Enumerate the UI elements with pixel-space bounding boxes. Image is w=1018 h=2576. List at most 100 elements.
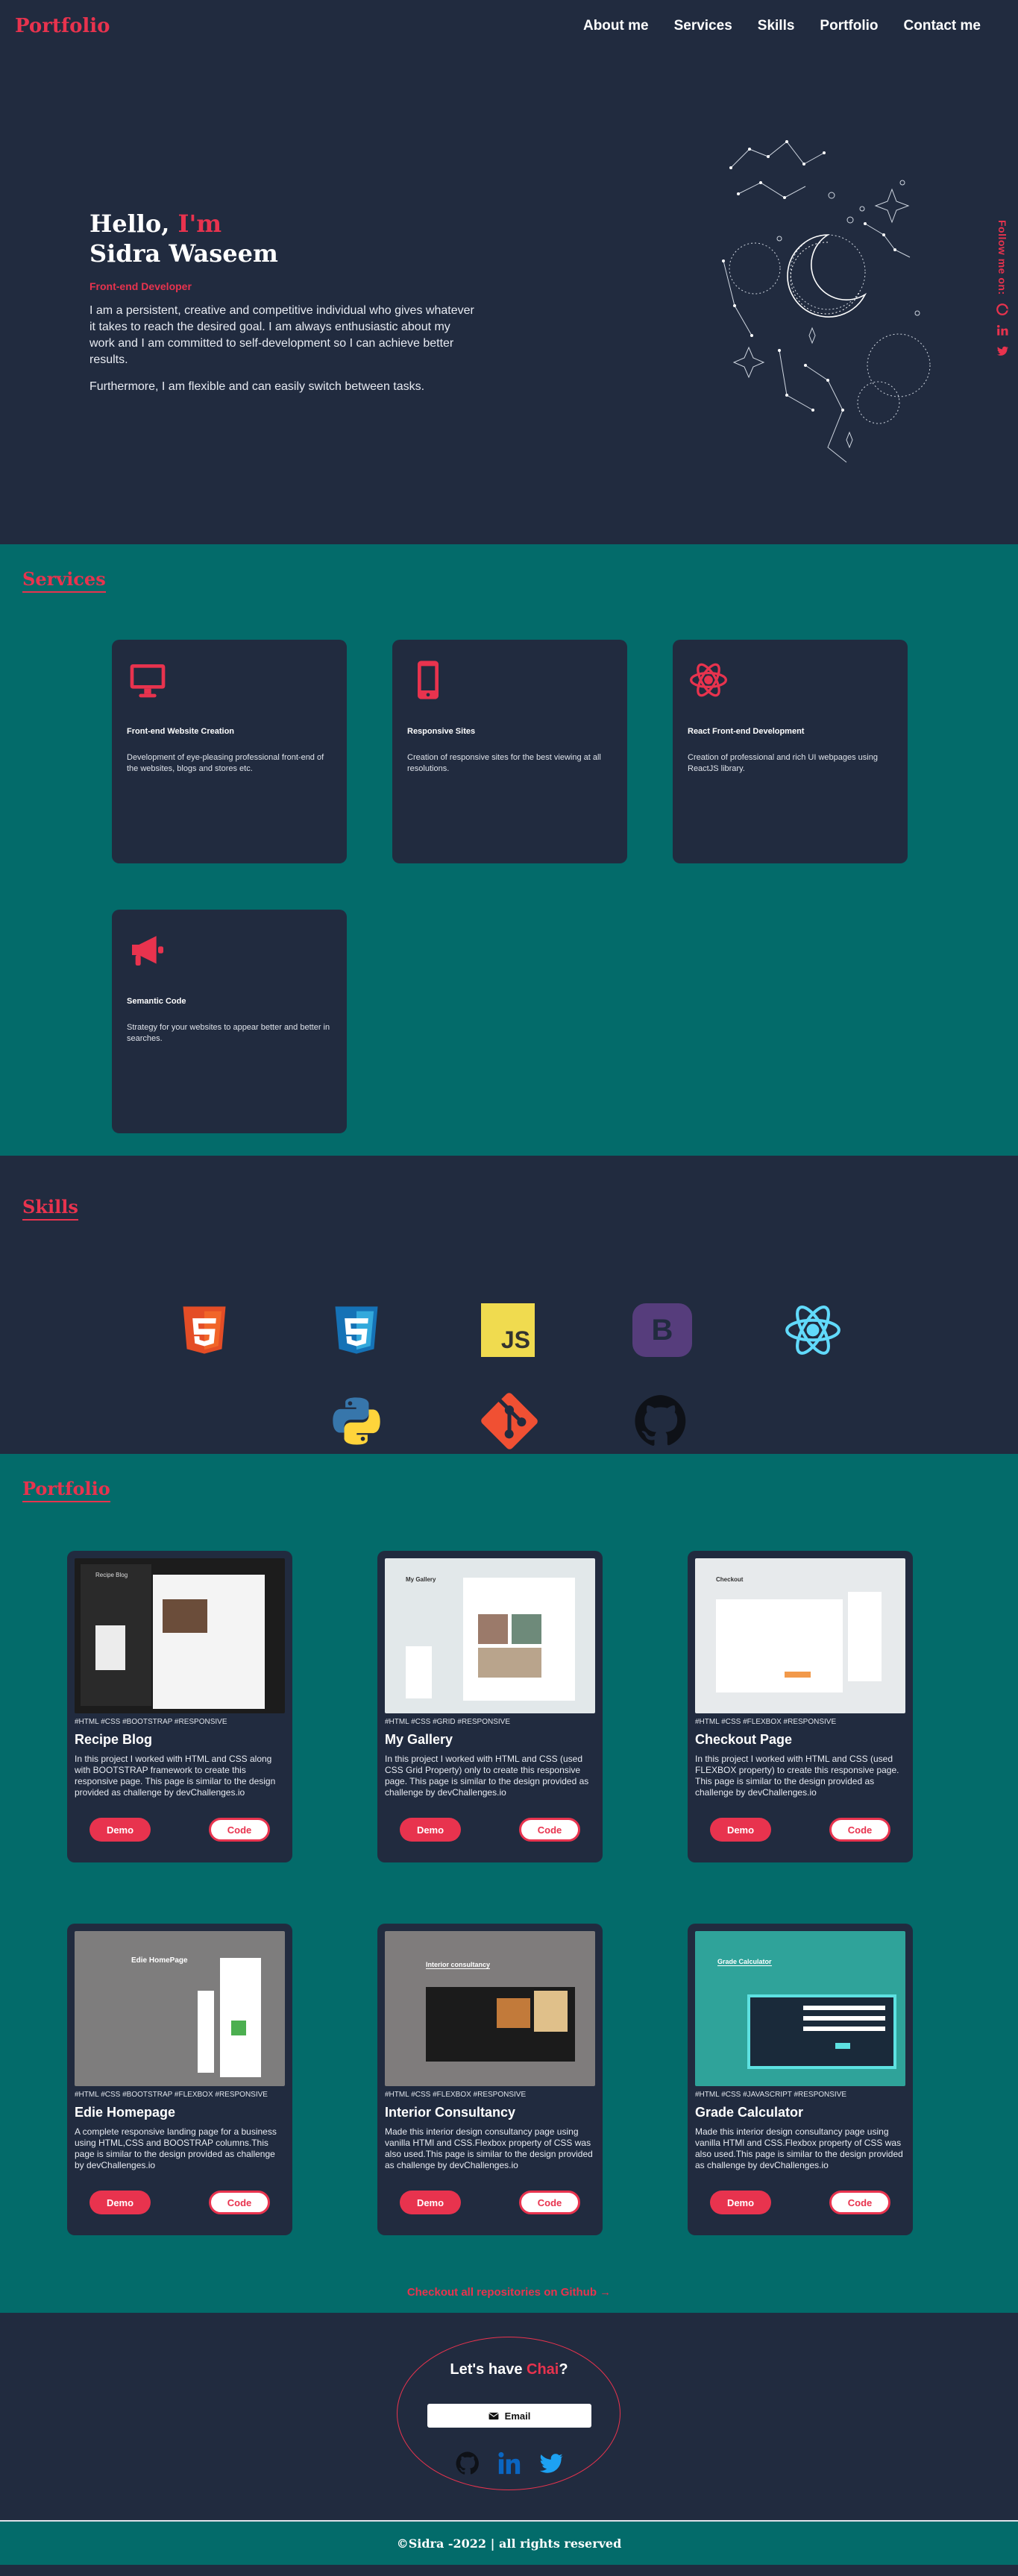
demo-button[interactable]: Demo [710,1818,771,1842]
linkedin-icon[interactable] [497,2451,522,2476]
follow-label: Follow me on: [996,220,1008,295]
thumb-button [785,1672,811,1678]
nav-about-me[interactable]: About me [583,18,649,34]
project-buttons: Demo Code [695,2191,905,2214]
thumb-image [497,1998,530,2028]
project-card: Recipe Blog #HTML #CSS #BOOTSTRAP #RESPO… [67,1551,292,1862]
code-button[interactable]: Code [209,2191,270,2214]
thumb-title: Grade Calculator [717,1958,772,1966]
contact-title-accent: Chai [527,2361,559,2378]
skills-section: Skills JS B [0,1156,1018,1454]
demo-button[interactable]: Demo [400,2191,461,2214]
hero-text: Hello, I'm Sidra Waseem Front-end Develo… [89,209,477,406]
nav-skills[interactable]: Skills [758,18,795,34]
project-title: Checkout Page [695,1732,793,1747]
project-thumbnail: Recipe Blog [75,1558,285,1713]
skills-title: Skills [22,1196,78,1221]
portfolio-section: Portfolio Recipe Blog #HTML #CSS #BOOTST… [0,1454,1018,2313]
thumb-button [835,2043,850,2049]
contact-section: Let's have Chai? Email [0,2313,1018,2520]
logo-link[interactable]: Portfolio [15,15,110,37]
demo-button[interactable]: Demo [400,1818,461,1842]
service-title: Front-end Website Creation [127,727,235,736]
code-button[interactable]: Code [209,1818,270,1842]
project-tags: #HTML #CSS #BOOTSTRAP #FLEXBOX #RESPONSI… [75,2091,268,2099]
thumb-page [153,1575,265,1709]
project-title: Grade Calculator [695,2105,804,2120]
nav-services[interactable]: Services [674,18,732,34]
project-buttons: Demo Code [695,1818,905,1842]
hero-heading: Hello, I'm Sidra Waseem [89,209,477,268]
project-desc: Made this interior design consultancy pa… [385,2126,593,2170]
github-icon[interactable] [996,303,1009,316]
demo-button[interactable]: Demo [89,1818,151,1842]
project-card: Grade Calculator #HTML #CSS #JAVASCRIPT … [688,1924,913,2235]
python-icon [333,1397,380,1445]
react-icon [690,663,727,697]
project-desc: In this project I worked with HTML and C… [695,1754,899,1798]
project-thumbnail: Checkout [695,1558,905,1713]
email-button-label: Email [504,2410,531,2422]
project-thumbnail: Edie HomePage [75,1931,285,2086]
services-title: Services [22,568,106,593]
service-title: Semantic Code [127,997,186,1006]
project-buttons: Demo Code [385,2191,595,2214]
hero-name: Sidra Waseem [89,239,278,268]
email-button[interactable]: Email [427,2404,591,2428]
project-title: My Gallery [385,1732,453,1747]
thumb-image [534,1991,568,2032]
service-card: Front-end Website Creation Development o… [112,640,347,863]
hero-paragraph-1: I am a persistent, creative and competit… [89,304,474,366]
project-card: Checkout #HTML #CSS #FLEXBOX #RESPONSIVE… [688,1551,913,1862]
nav-links: About me Services Skills Portfolio Conta… [583,18,981,34]
contact-social-icons [0,2451,1018,2476]
code-button[interactable]: Code [519,2191,580,2214]
hero-role: Front-end Developer [89,280,192,292]
thumb-image [231,2021,246,2035]
code-button[interactable]: Code [519,1818,580,1842]
demo-button[interactable]: Demo [89,2191,151,2214]
thumb-image [512,1614,541,1644]
github-repos-link[interactable]: Checkout all repositories on Github → [0,2286,1018,2299]
hero-paragraph-2: Furthermore, I am flexible and can easil… [89,380,425,393]
thumb-phone [848,1592,882,1681]
twitter-icon[interactable] [996,344,1009,358]
footer: ©Sidra -2022 | all rights reserved [0,2520,1018,2565]
envelope-icon [488,2412,499,2419]
project-thumbnail: My Gallery [385,1558,595,1713]
twitter-icon[interactable] [538,2451,564,2476]
project-tags: #HTML #CSS #GRID #RESPONSIVE [385,1718,511,1726]
contact-title: Let's have Chai? [0,2361,1018,2378]
project-card: My Gallery #HTML #CSS #GRID #RESPONSIVE … [377,1551,603,1862]
code-button[interactable]: Code [829,2191,890,2214]
nav-contact-me[interactable]: Contact me [904,18,981,34]
thumb-field [803,2006,885,2010]
project-title: Edie Homepage [75,2105,176,2120]
github-icon[interactable] [455,2451,480,2476]
bootstrap-icon: B [632,1303,692,1357]
thumb-phone [95,1625,125,1670]
service-title: Responsive Sites [407,727,476,736]
demo-button[interactable]: Demo [710,2191,771,2214]
monitor-icon [130,664,166,698]
thumb-title: Recipe Blog [95,1572,128,1578]
linkedin-icon[interactable] [996,324,1009,337]
project-desc: In this project I worked with HTML and C… [75,1754,276,1798]
thumb-page [220,1958,261,2077]
service-desc: Creation of professional and rich UI web… [688,753,878,773]
react-skill-icon [785,1306,841,1355]
service-desc: Development of eye-pleasing professional… [127,753,324,773]
thumb-image [478,1614,508,1644]
contact-title-start: Let's have [450,2361,523,2378]
project-card: Interior consultancy #HTML #CSS #FLEXBOX… [377,1924,603,2235]
code-button[interactable]: Code [829,1818,890,1842]
project-desc: Made this interior design consultancy pa… [695,2126,903,2170]
thumb-phone [406,1646,432,1698]
portfolio-title: Portfolio [22,1478,110,1502]
thumb-image [478,1648,541,1678]
bootstrap-icon-text: B [651,1313,673,1347]
project-title: Interior Consultancy [385,2105,516,2120]
nav-portfolio[interactable]: Portfolio [820,18,878,34]
project-tags: #HTML #CSS #BOOTSTRAP #RESPONSIVE [75,1718,227,1726]
project-tags: #HTML #CSS #FLEXBOX #RESPONSIVE [695,1718,837,1726]
